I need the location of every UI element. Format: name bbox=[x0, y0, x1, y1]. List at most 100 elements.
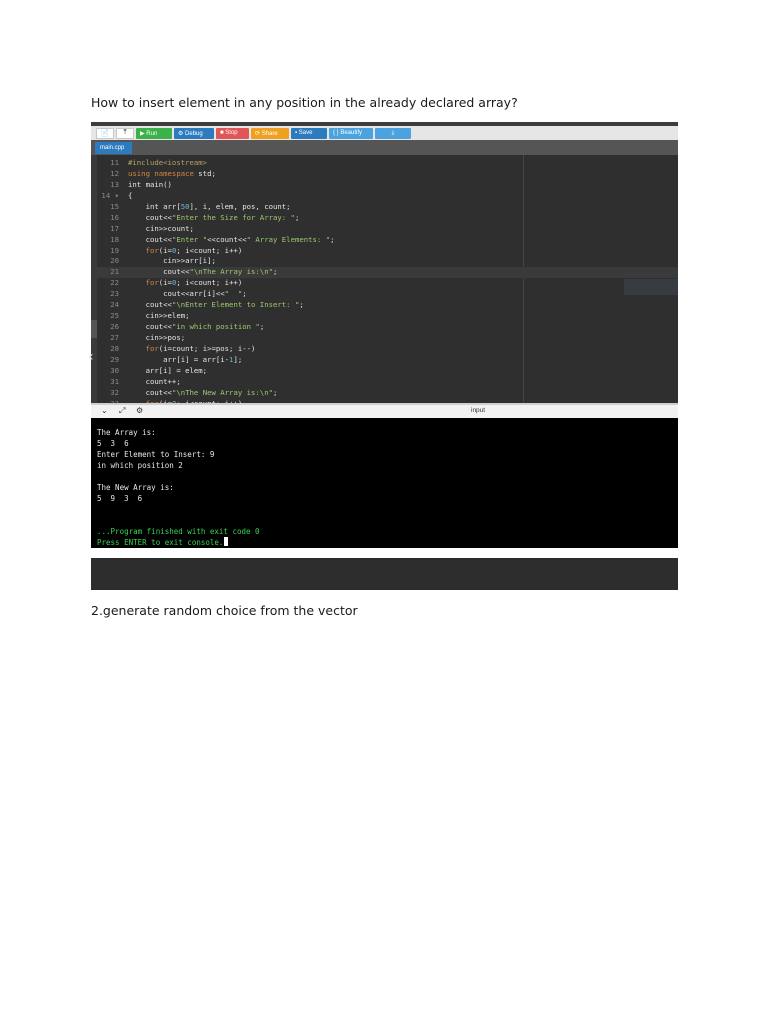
input-label[interactable]: input bbox=[471, 405, 485, 417]
code-text: cout<<"in which position "; bbox=[128, 322, 265, 332]
line-number: 29 bbox=[110, 354, 119, 364]
gear-icon[interactable]: ⚙ bbox=[136, 405, 143, 417]
line-number: 16 bbox=[110, 212, 119, 222]
code-line: 24 cout<<"\nEnter Element to Insert: "; bbox=[91, 300, 678, 311]
code-text: arr[i] = arr[i-1]; bbox=[128, 354, 243, 364]
code-line: 25 cin>>elem; bbox=[91, 311, 678, 322]
code-line: 11 #include<iostream> bbox=[91, 158, 678, 169]
line-number: 25 bbox=[110, 311, 119, 321]
code-text: cout<<"\nEnter Element to Insert: "; bbox=[128, 300, 304, 310]
file-tab-row: main.cpp bbox=[91, 140, 678, 155]
line-number: 32 bbox=[110, 387, 119, 397]
debug-button[interactable]: ⚙ Debug bbox=[174, 127, 214, 139]
question-heading-2: 2.generate random choice from the vector bbox=[91, 603, 358, 618]
code-line: 14 ▾ { bbox=[91, 191, 678, 202]
code-text: arr[i] = elem; bbox=[128, 365, 208, 375]
press-enter-text: Press ENTER to exit console. bbox=[97, 538, 224, 547]
code-line: 20 cin>>arr[i]; bbox=[91, 256, 678, 267]
code-line: 21 cout<<"\nThe Array is:\n"; bbox=[91, 267, 678, 279]
upload-icon[interactable]: ⤒ bbox=[116, 127, 134, 139]
code-text: using namespace std; bbox=[128, 168, 216, 178]
exit-code-line: ...Program finished with exit code 0 bbox=[97, 527, 260, 536]
line-number: 30 bbox=[110, 365, 119, 375]
code-line: 29 arr[i] = arr[i-1]; bbox=[91, 355, 678, 366]
code-line: 18 cout<<"Enter "<<count<<" Array Elemen… bbox=[91, 235, 678, 246]
line-number: 31 bbox=[110, 376, 119, 386]
share-button[interactable]: ⟳ Share bbox=[251, 127, 289, 139]
code-text: cout<<"\nThe New Array is:\n"; bbox=[128, 387, 278, 397]
code-text: count++; bbox=[128, 376, 181, 386]
console-line: 5 3 6 bbox=[97, 439, 129, 448]
code-text: for(i=0; i<count; i++) bbox=[145, 245, 243, 255]
line-number: 17 bbox=[110, 223, 119, 233]
line-number: 20 bbox=[110, 256, 119, 266]
press-enter-line: Press ENTER to exit console. bbox=[97, 537, 229, 547]
line-number: 11 bbox=[110, 158, 119, 167]
code-text: cin>>arr[i]; bbox=[128, 256, 216, 266]
line-number: 24 bbox=[110, 300, 119, 310]
console-output[interactable]: The Array is: 5 3 6 Enter Element to Ins… bbox=[91, 418, 678, 548]
code-text: cout<<arr[i]<<" "; bbox=[128, 289, 247, 299]
console-line: in which position 2 bbox=[97, 461, 183, 470]
console-line: 5 9 3 6 bbox=[97, 494, 143, 503]
line-number: 15 bbox=[110, 201, 119, 211]
code-text: int arr[50], i, elem, pos, count; bbox=[128, 201, 291, 211]
code-line: 13 int main() bbox=[91, 180, 678, 191]
code-lines: 11 #include<iostream> 12 using namespace st… bbox=[91, 158, 678, 403]
line-number: 27 bbox=[110, 333, 119, 342]
line-number: 13 bbox=[110, 179, 119, 189]
output-panel-bar: ⌄ ⤢ ⚙ input bbox=[91, 403, 678, 418]
line-number: 26 bbox=[110, 322, 119, 332]
save-button[interactable]: ▪ Save bbox=[291, 127, 327, 139]
chevron-left-icon[interactable]: ‹ bbox=[88, 350, 94, 364]
line-number: 18 bbox=[110, 234, 119, 244]
ide-toolbar: 📄 ⤒ ▶ Run ⚙ Debug ■ Stop ⟳ Share ▪ Save … bbox=[91, 126, 678, 140]
console-line: The Array is: bbox=[97, 428, 156, 437]
line-number: 19 bbox=[110, 245, 119, 255]
code-text: cout<<"Enter the Size for Array: "; bbox=[128, 212, 300, 222]
line-number: 28 bbox=[110, 343, 119, 353]
line-number: 21 bbox=[110, 267, 119, 277]
line-number: 23 bbox=[110, 289, 119, 299]
download-icon[interactable]: ⤓ bbox=[375, 127, 411, 139]
code-line: 26 cout<<"in which position "; bbox=[91, 322, 678, 333]
text-cursor bbox=[224, 537, 229, 546]
code-line: 28 for(i=count; i>=pos; i--) bbox=[91, 344, 678, 355]
expand-icon[interactable]: ⤢ bbox=[119, 405, 125, 417]
code-line: 16 cout<<"Enter the Size for Array: "; bbox=[91, 213, 678, 224]
chevron-down-icon[interactable]: ⌄ bbox=[101, 405, 108, 417]
code-line: 17 cin>>count; bbox=[91, 224, 678, 235]
line-number: 12 bbox=[110, 168, 119, 178]
beautify-button[interactable]: { } Beautify bbox=[329, 127, 373, 139]
console-bottom-strip bbox=[91, 548, 678, 558]
ide-footer bbox=[91, 558, 678, 590]
code-line: 19 for(i=0; i<count; i++) bbox=[91, 246, 678, 257]
question-heading-1: How to insert element in any position in… bbox=[91, 95, 518, 110]
code-line: 22 for(i=0; i<count; i++) bbox=[91, 278, 678, 289]
code-text: for(i=count; i>=pos; i--) bbox=[145, 343, 256, 353]
code-line: 15 int arr[50], i, elem, pos, count; bbox=[91, 202, 678, 213]
code-line: 30 arr[i] = elem; bbox=[91, 366, 678, 377]
code-text: cin>>elem; bbox=[128, 311, 190, 321]
console-line: Enter Element to Insert: 9 bbox=[97, 450, 215, 459]
code-line: 32 cout<<"\nThe New Array is:\n"; bbox=[91, 388, 678, 399]
line-number: 22 bbox=[110, 278, 119, 288]
line-number: 14 ▾ bbox=[101, 190, 119, 200]
new-file-icon[interactable]: 📄 bbox=[96, 127, 114, 139]
code-line: 27 cin>>pos; bbox=[91, 333, 678, 344]
code-line: 31 count++; bbox=[91, 377, 678, 388]
run-button[interactable]: ▶ Run bbox=[136, 127, 172, 139]
code-text: cout<<"\nThe Array is:\n"; bbox=[128, 267, 278, 277]
code-text: int main() bbox=[128, 179, 172, 189]
code-text: #include<iostream> bbox=[128, 158, 208, 167]
stop-button[interactable]: ■ Stop bbox=[216, 127, 249, 139]
code-text: cout<<"Enter "<<count<<" Array Elements:… bbox=[128, 234, 335, 244]
ide-screenshot: 📄 ⤒ ▶ Run ⚙ Debug ■ Stop ⟳ Share ▪ Save … bbox=[91, 122, 678, 590]
code-line: 23 cout<<arr[i]<<" "; bbox=[91, 289, 678, 300]
code-editor[interactable]: 11 #include<iostream> 12 using namespace st… bbox=[91, 155, 678, 403]
code-text: cin>>count; bbox=[128, 223, 194, 233]
code-text: cin>>pos; bbox=[128, 333, 186, 342]
console-line: The New Array is: bbox=[97, 483, 174, 492]
tab-main-cpp[interactable]: main.cpp bbox=[95, 142, 132, 154]
code-text: { bbox=[128, 190, 133, 200]
